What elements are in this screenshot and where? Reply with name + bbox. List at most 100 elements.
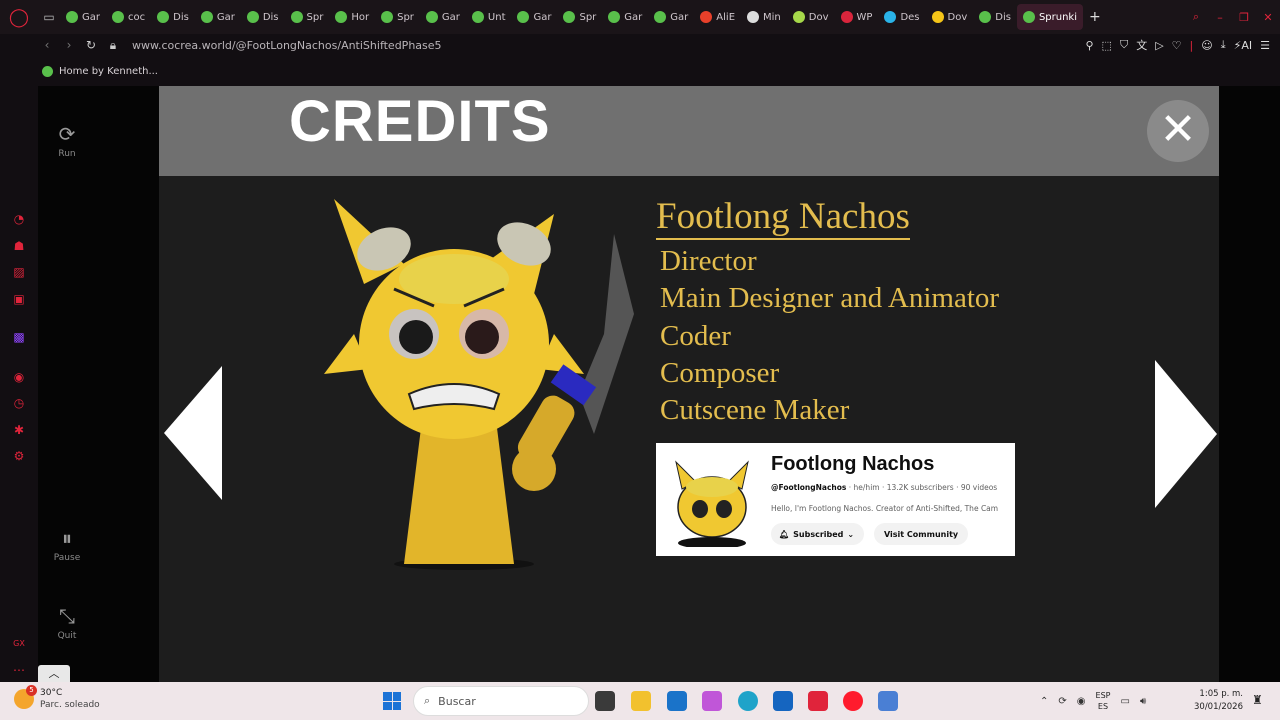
aria-icon[interactable]: ☗ (12, 239, 26, 253)
tab-5[interactable]: Spr (285, 4, 330, 30)
search-tabs-icon[interactable]: ⌕ (1184, 10, 1208, 24)
close-button[interactable]: ✕ (1147, 100, 1209, 162)
reload-icon[interactable]: ↻ (80, 38, 102, 52)
subscribed-button[interactable]: 🔔︎ Subscribed ⌄ (771, 523, 865, 545)
tab-3[interactable]: Gar (195, 4, 241, 30)
language-indicator[interactable]: ESP ES (1096, 690, 1111, 712)
maximize-button[interactable]: ❐ (1232, 11, 1256, 24)
snapshot-icon[interactable]: ⬚ (1102, 39, 1112, 52)
history-icon[interactable]: ◷ (12, 396, 26, 410)
pause-button[interactable]: ⏸ Pause (38, 526, 96, 563)
shield-icon[interactable]: ⛉ (1120, 38, 1128, 52)
tab-label: Gar (216, 11, 235, 23)
tab-9[interactable]: Unt (466, 4, 512, 30)
game-canvas[interactable]: CREDITS ✕ Footlong Nachos Director Main … (159, 86, 1219, 682)
task-view-icon[interactable] (595, 691, 615, 711)
tab-label: Dov (947, 11, 968, 23)
tab-active[interactable]: Sprunki (1016, 4, 1084, 30)
tab-8[interactable]: Gar (420, 4, 466, 30)
chevron-up-icon[interactable]: ⌃ (1040, 696, 1048, 707)
snipping-tool-icon[interactable] (878, 691, 898, 711)
previous-arrow-icon[interactable] (164, 366, 222, 500)
tab-4[interactable]: Dis (241, 4, 285, 30)
sync-icon[interactable]: ⟳ (1058, 696, 1066, 707)
gx-icon[interactable]: GX (12, 637, 26, 651)
channel-card[interactable]: Footlong Nachos @FootlongNachos · he/him… (656, 443, 1015, 556)
tab-1[interactable]: coc (106, 4, 151, 30)
pin-icon[interactable]: ⚲ (1085, 39, 1093, 52)
url-field[interactable]: www.cocrea.world/@FootLongNachos/AntiShi… (132, 39, 442, 52)
copilot-icon[interactable] (702, 691, 722, 711)
file-explorer-icon[interactable] (631, 691, 651, 711)
minimize-button[interactable]: – (1208, 11, 1232, 24)
tab-snap-icon[interactable]: ▭ (38, 10, 60, 24)
speed-dial-icon[interactable]: ◔ (12, 212, 26, 226)
network-status-icon[interactable]: ◉ (1077, 696, 1086, 707)
tab-10[interactable]: Gar (511, 4, 557, 30)
opera-icon[interactable] (843, 691, 863, 711)
tab-7[interactable]: Spr (375, 4, 420, 30)
notification-badge: 5 (26, 685, 37, 696)
tab-label: Hor (351, 11, 370, 23)
tab-19[interactable]: Dov (926, 4, 974, 30)
channel-avatar (675, 460, 749, 547)
send-icon[interactable]: ▷ (1155, 39, 1163, 52)
ai-button[interactable]: ⚡AI (1234, 39, 1253, 52)
clock[interactable]: 1:05 p. m. 30/01/2026 (1194, 688, 1243, 714)
extensions-icon[interactable]: ✱ (12, 423, 26, 437)
new-tab-button[interactable]: + (1083, 9, 1107, 25)
next-arrow-icon[interactable] (1155, 360, 1217, 508)
close-window-button[interactable]: ✕ (1256, 11, 1280, 24)
tab-label: Gar (82, 11, 100, 23)
forward-button[interactable]: › (58, 38, 80, 52)
tab-0[interactable]: Gar (60, 4, 106, 30)
tab-2[interactable]: Dis (151, 4, 195, 30)
tab-17[interactable]: WP (835, 4, 879, 30)
tab-18[interactable]: Des (878, 4, 925, 30)
opera-menu-icon[interactable]: ◯ (0, 0, 38, 34)
outlook-icon[interactable] (773, 691, 793, 711)
visit-community-button[interactable]: Visit Community (874, 523, 969, 545)
lock-icon[interactable]: 🔒︎ (102, 38, 124, 53)
tab-11[interactable]: Spr (557, 4, 602, 30)
player-icon[interactable]: ◉ (12, 370, 26, 384)
tab-13[interactable]: Gar (648, 4, 694, 30)
bookmark-item[interactable]: Home by Kenneth... (59, 66, 158, 77)
tab-15[interactable]: Min (741, 4, 787, 30)
role-item: Main Designer and Animator (660, 282, 1000, 314)
download-icon[interactable]: ⤓ (1221, 38, 1226, 52)
tab-20[interactable]: Dis (973, 4, 1017, 30)
channel-stats: · he/him · 13.2K subscribers · 90 videos (846, 483, 998, 492)
more-icon[interactable]: ⋯ (12, 663, 26, 677)
collapse-chevron-icon[interactable]: ︿ (38, 665, 70, 682)
tab-16[interactable]: Dov (787, 4, 835, 30)
settings-gear-icon[interactable]: ⚙ (12, 449, 26, 463)
taskbar-search[interactable]: ⌕ Buscar (413, 686, 589, 716)
quit-button[interactable]: ⤡ Quit (38, 604, 96, 641)
workspace-icon[interactable]: ▨ (12, 265, 26, 279)
store-icon[interactable] (667, 691, 687, 711)
monitor-icon[interactable]: ▭ (1120, 696, 1129, 707)
opera-gx-icon[interactable] (808, 691, 828, 711)
back-button[interactable]: ‹ (36, 38, 58, 52)
volume-icon[interactable]: 🔊︎ (1140, 696, 1146, 707)
profile-icon[interactable]: ☺ (1201, 39, 1212, 52)
weather-widget[interactable]: 5 30°C Parc. soleado (14, 685, 100, 711)
run-button[interactable]: ⟳ Run (38, 122, 96, 159)
heart-icon[interactable]: ♡ (1172, 39, 1182, 52)
tab-6[interactable]: Hor (329, 4, 375, 30)
tab-12[interactable]: Gar (602, 4, 648, 30)
tab-favicon-icon (157, 11, 170, 23)
tab-label: Dis (995, 11, 1011, 23)
tab-14[interactable]: AliE (694, 4, 741, 30)
edge-icon[interactable] (738, 691, 758, 711)
messenger-icon[interactable]: ▣ (12, 292, 26, 306)
easy-setup-icon[interactable]: ☰ (1260, 39, 1270, 52)
notification-bell-icon[interactable]: ♜ (1252, 693, 1263, 707)
right-margin (1219, 86, 1280, 682)
twitch-icon[interactable]: ▩ (12, 330, 26, 344)
roles-list: Director Main Designer and Animator Code… (159, 86, 1032, 682)
windows-start-icon[interactable] (383, 692, 401, 710)
tab-favicon-icon (66, 11, 78, 23)
translate-icon[interactable]: 文 (1136, 37, 1147, 53)
